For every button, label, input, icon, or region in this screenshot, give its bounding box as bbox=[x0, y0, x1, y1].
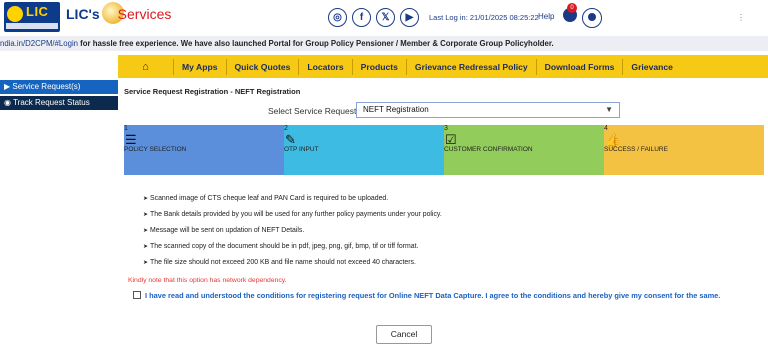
lic-logo[interactable]: LIC bbox=[4, 2, 60, 32]
main-navbar: ⌂ My Apps Quick Quotes Locators Products… bbox=[118, 55, 768, 78]
step-customer-confirmation: 3 ☑ CUSTOMER CONFIRMATION bbox=[444, 125, 604, 175]
nav-quick-quotes[interactable]: Quick Quotes bbox=[227, 58, 300, 75]
service-request-select[interactable]: NEFT Registration ▼ bbox=[356, 102, 620, 118]
twitter-x-icon[interactable]: 𝕏 bbox=[376, 8, 395, 27]
progress-steps: 1 ☰ POLICY SELECTION 2 ✎ OTP INPUT 3 ☑ C… bbox=[124, 125, 764, 175]
step-success-failure: 4 👍 SUCCESS / FAILURE bbox=[604, 125, 764, 175]
step-otp-input: 2 ✎ OTP INPUT bbox=[284, 125, 444, 175]
step-number: 2 bbox=[284, 125, 288, 132]
step-label: SUCCESS / FAILURE bbox=[604, 146, 668, 153]
consent-row: I have read and understood the condition… bbox=[133, 291, 720, 300]
chevron-down-icon: ▼ bbox=[605, 105, 613, 114]
select-value: NEFT Registration bbox=[363, 105, 429, 114]
list-item: The scanned copy of the document should … bbox=[143, 239, 442, 255]
list-item: Scanned image of CTS cheque leaf and PAN… bbox=[143, 191, 442, 207]
step-number: 1 bbox=[124, 125, 128, 132]
sidebar: ▶ Service Request(s) ◉ Track Request Sta… bbox=[0, 80, 118, 112]
sidebar-item-label: Track Request Status bbox=[13, 98, 90, 107]
youtube-icon[interactable]: ▶ bbox=[400, 8, 419, 27]
step-number: 3 bbox=[444, 125, 448, 132]
nav-grievance[interactable]: Grievance bbox=[623, 59, 681, 75]
brand-prefix: LIC's bbox=[66, 6, 100, 22]
sidebar-item-service-requests[interactable]: ▶ Service Request(s) bbox=[0, 80, 118, 94]
consent-checkbox[interactable] bbox=[133, 291, 141, 299]
select-label: Select Service Request bbox=[268, 106, 357, 116]
lic-emblem-icon bbox=[7, 6, 23, 22]
more-menu-icon[interactable]: ⋮ bbox=[737, 13, 745, 22]
eye-icon: ◉ bbox=[4, 98, 11, 107]
sidebar-item-track-request[interactable]: ◉ Track Request Status bbox=[0, 96, 118, 110]
nav-download-forms[interactable]: Download Forms bbox=[537, 58, 624, 75]
facebook-icon[interactable]: f bbox=[352, 8, 371, 27]
step-label: POLICY SELECTION bbox=[124, 146, 187, 153]
sidebar-item-label: Service Request(s) bbox=[12, 82, 81, 91]
logo-tagline bbox=[6, 23, 58, 29]
logo-text: LIC bbox=[26, 4, 49, 19]
list-item: The Bank details provided by you will be… bbox=[143, 207, 442, 223]
announcement-ticker: ndia.in/D2CPM/#Login for hassle free exp… bbox=[0, 36, 768, 51]
play-icon: ▶ bbox=[4, 82, 11, 91]
notification-badge: 0 bbox=[567, 3, 577, 13]
instagram-icon[interactable]: ◎ bbox=[328, 8, 347, 27]
nav-grievance-redressal-policy[interactable]: Grievance Redressal Policy bbox=[407, 58, 537, 75]
nav-locators[interactable]: Locators bbox=[299, 58, 353, 75]
last-login: Last Log in: 21/01/2025 08:25:22 bbox=[429, 13, 539, 22]
cancel-button[interactable]: Cancel bbox=[376, 325, 432, 344]
list-item: The file size should not exceed 200 KB a… bbox=[143, 255, 442, 271]
step-number: 4 bbox=[604, 125, 608, 132]
ticker-link[interactable]: ndia.in/D2CPM/#Login bbox=[0, 39, 78, 48]
nav-my-apps[interactable]: My Apps bbox=[174, 58, 227, 75]
eservices-brand[interactable]: LIC's Services bbox=[66, 2, 172, 25]
page-title: Service Request Registration - NEFT Regi… bbox=[124, 87, 301, 96]
list-item: Message will be sent on updation of NEFT… bbox=[143, 223, 442, 239]
network-note: Kindly note that this option has network… bbox=[128, 277, 287, 284]
top-header: LIC LIC's Services ◎ f 𝕏 ▶ Last Log in: 2… bbox=[0, 0, 768, 35]
nav-products[interactable]: Products bbox=[353, 58, 407, 75]
step-policy-selection: 1 ☰ POLICY SELECTION bbox=[124, 125, 284, 175]
home-icon[interactable]: ⌂ bbox=[118, 58, 174, 75]
user-profile-icon[interactable] bbox=[582, 8, 602, 28]
consent-label[interactable]: I have read and understood the condition… bbox=[145, 291, 720, 300]
step-label: OTP INPUT bbox=[284, 146, 319, 153]
step-label: CUSTOMER CONFIRMATION bbox=[444, 146, 533, 153]
ticker-text: for hassle free experience. We have also… bbox=[78, 39, 554, 48]
brand-services: Services bbox=[117, 6, 172, 22]
help-link[interactable]: Help bbox=[538, 12, 554, 21]
instructions-list: Scanned image of CTS cheque leaf and PAN… bbox=[143, 191, 442, 271]
